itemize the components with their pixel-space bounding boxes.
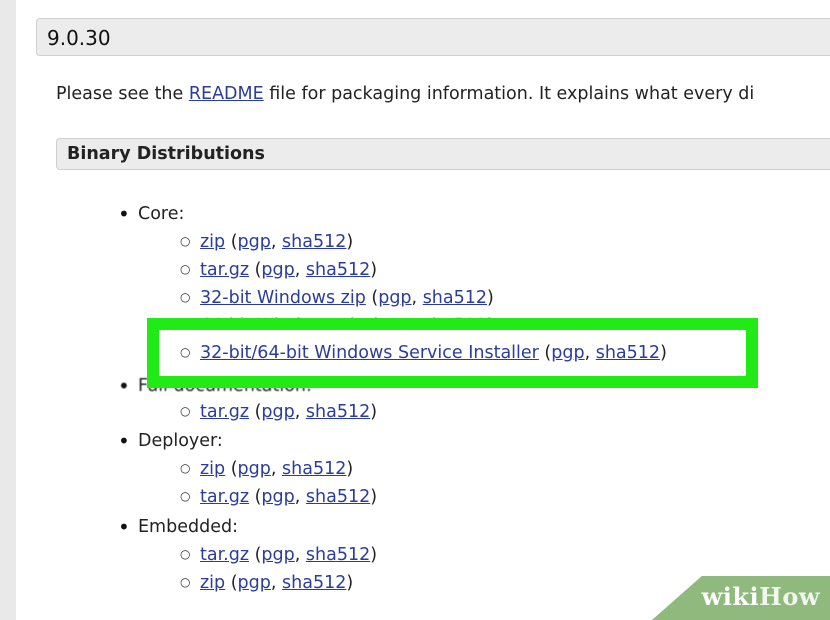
list-item: tar.gz (pgp, sha512)	[180, 484, 378, 509]
paren: )	[487, 288, 494, 308]
paren: )	[370, 545, 378, 565]
group-label: Core:	[138, 204, 185, 224]
pgp-link[interactable]: pgp	[238, 573, 271, 593]
sha512-link[interactable]: sha512	[423, 288, 487, 308]
paren: (	[365, 288, 379, 308]
list-item-service-installer: 32-bit/64-bit Windows Service Installer …	[180, 340, 667, 365]
left-margin	[0, 0, 16, 620]
comma: ,	[411, 288, 423, 308]
zip-link[interactable]: zip	[200, 232, 225, 252]
pgp-link[interactable]: pgp	[238, 232, 271, 252]
group-core: Core:	[118, 202, 185, 226]
sha512-link[interactable]: sha512	[306, 260, 370, 280]
sha512-link[interactable]: sha512	[282, 459, 346, 479]
sha512-link[interactable]: sha512	[306, 402, 370, 422]
intro-paragraph: Please see the README file for packaging…	[56, 81, 754, 107]
sha512-link[interactable]: sha512	[306, 545, 370, 565]
pgp-link[interactable]: pgp	[551, 343, 584, 363]
paren: (	[225, 232, 238, 252]
sha512-link[interactable]: sha512	[596, 343, 660, 363]
paren: (	[249, 402, 262, 422]
zip-link[interactable]: zip	[200, 573, 225, 593]
targz-link[interactable]: tar.gz	[200, 260, 249, 280]
paren: (	[538, 343, 552, 363]
watermark-wiki: wiki	[701, 582, 760, 611]
list-item: tar.gz (pgp, sha512)	[180, 542, 378, 567]
comma: ,	[270, 573, 283, 593]
targz-link[interactable]: tar.gz	[200, 487, 249, 507]
comma: ,	[584, 343, 596, 363]
pgp-link[interactable]: pgp	[261, 402, 294, 422]
paren: )	[346, 232, 354, 252]
comma: ,	[270, 232, 283, 252]
list-item: zip (pgp, sha512)	[180, 229, 354, 254]
sha512-link[interactable]: sha512	[282, 232, 346, 252]
watermark-how: How	[759, 582, 820, 611]
zip-link[interactable]: zip	[200, 459, 225, 479]
pgp-link[interactable]: pgp	[261, 545, 294, 565]
paren: )	[370, 487, 378, 507]
targz-link[interactable]: tar.gz	[200, 545, 249, 565]
list-item: zip (pgp, sha512)	[180, 570, 354, 595]
readme-link[interactable]: README	[189, 84, 264, 104]
pgp-link[interactable]: pgp	[238, 459, 271, 479]
group-label: Deployer:	[138, 431, 223, 451]
list-item: tar.gz (pgp, sha512)	[180, 399, 378, 424]
win32-zip-link[interactable]: 32-bit Windows zip	[200, 288, 366, 308]
comma: ,	[270, 459, 283, 479]
paren: )	[660, 343, 667, 363]
binary-distributions-heading: Binary Distributions	[56, 138, 830, 170]
paren: (	[225, 459, 238, 479]
service-installer-link[interactable]: 32-bit/64-bit Windows Service Installer	[200, 343, 539, 363]
paren: )	[370, 402, 378, 422]
paren: (	[249, 545, 262, 565]
paren: )	[370, 260, 378, 280]
paren: )	[346, 459, 354, 479]
comma: ,	[294, 545, 306, 565]
group-deployer: Deployer:	[118, 429, 223, 453]
group-embedded: Embedded:	[118, 515, 238, 539]
watermark-text: wikiHow	[702, 582, 820, 611]
list-item: 32-bit Windows zip (pgp, sha512)	[180, 285, 494, 310]
paren: )	[346, 573, 354, 593]
download-page: 9.0.30 Please see the README file for pa…	[16, 0, 830, 620]
list-item: tar.gz (pgp, sha512)	[180, 257, 378, 282]
version-heading: 9.0.30	[36, 18, 830, 56]
group-label: Embedded:	[138, 517, 238, 537]
comma: ,	[294, 487, 306, 507]
targz-link[interactable]: tar.gz	[200, 402, 249, 422]
paren: (	[249, 260, 262, 280]
comma: ,	[294, 260, 306, 280]
comma: ,	[294, 402, 306, 422]
pgp-link[interactable]: pgp	[261, 260, 294, 280]
pgp-link[interactable]: pgp	[261, 487, 294, 507]
pgp-link[interactable]: pgp	[378, 288, 411, 308]
sha512-link[interactable]: sha512	[306, 487, 370, 507]
list-item: zip (pgp, sha512)	[180, 456, 354, 481]
sha512-link[interactable]: sha512	[282, 573, 346, 593]
intro-prefix: Please see the	[56, 84, 189, 104]
intro-suffix: file for packaging information. It expla…	[263, 84, 755, 104]
paren: (	[225, 573, 238, 593]
paren: (	[249, 487, 262, 507]
